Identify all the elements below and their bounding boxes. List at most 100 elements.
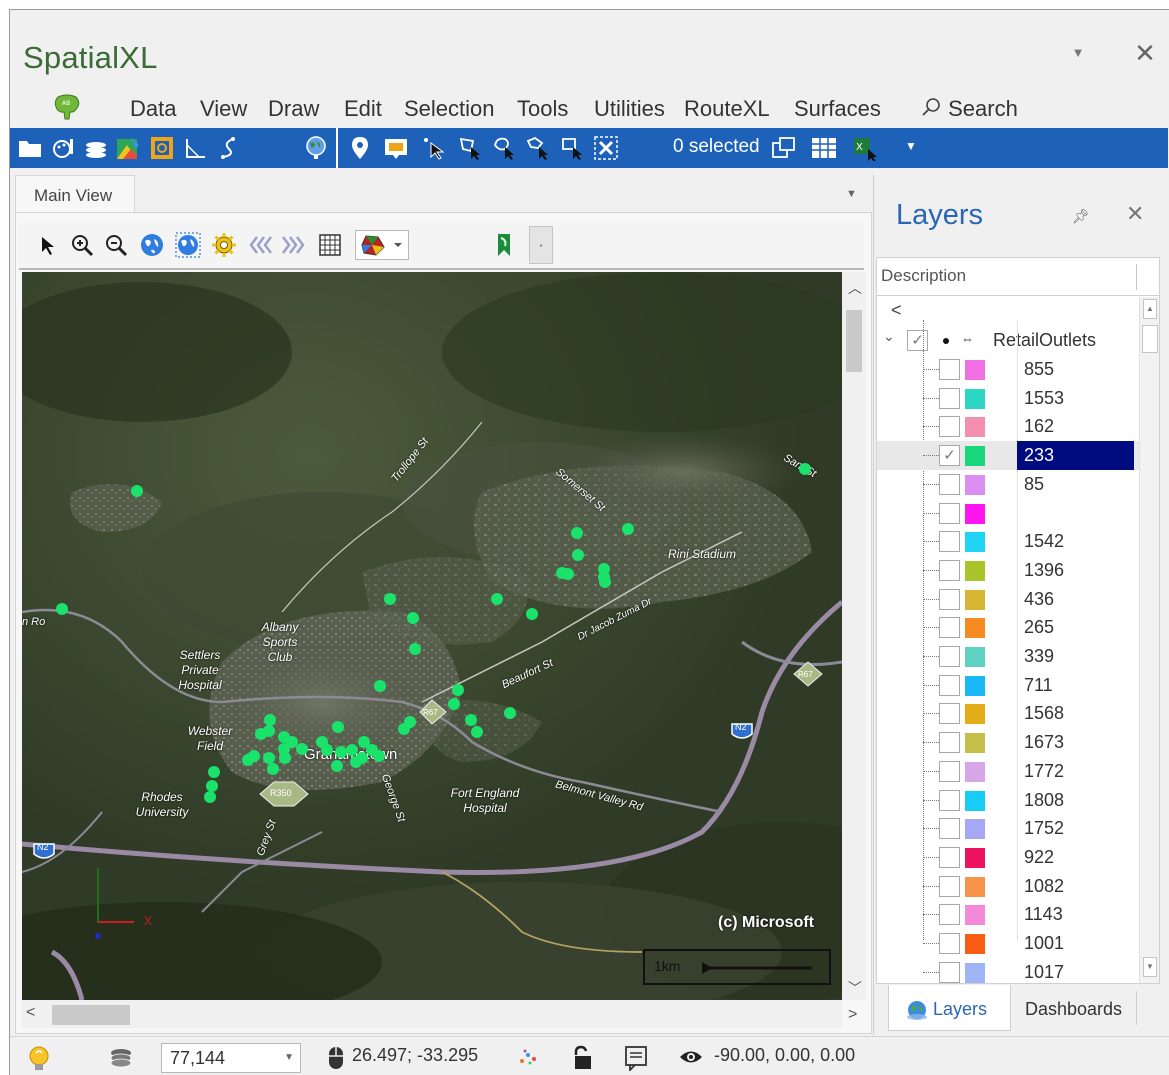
select-pointer-icon[interactable] — [420, 134, 448, 162]
layer-color-swatch[interactable] — [965, 819, 985, 840]
layer-item-checkbox[interactable] — [939, 359, 960, 380]
retail-outlet-point[interactable] — [242, 754, 254, 766]
layer-color-swatch[interactable] — [965, 934, 985, 954]
collapse-chevron-icon[interactable]: ⌄ — [883, 328, 895, 345]
scroll-left-icon[interactable]: < — [26, 1004, 35, 1022]
layer-color-swatch[interactable] — [965, 790, 985, 811]
route-tool-icon[interactable] — [214, 134, 242, 162]
retail-outlet-point[interactable] — [407, 612, 419, 624]
menu-draw[interactable]: Draw — [268, 96, 319, 122]
layer-color-swatch[interactable] — [965, 503, 985, 524]
retail-outlet-point[interactable] — [409, 643, 421, 655]
title-dropdown-icon[interactable]: ▼ — [1068, 43, 1088, 63]
layer-item-row[interactable]: 1752 — [877, 814, 1139, 843]
layer-item-checkbox[interactable] — [939, 646, 960, 667]
layer-item-checkbox[interactable] — [939, 502, 960, 524]
select-polygon-icon[interactable] — [456, 134, 484, 162]
layer-item-checkbox[interactable] — [939, 531, 960, 553]
retail-outlet-point[interactable] — [491, 593, 503, 605]
map-pin-icon[interactable] — [346, 134, 374, 162]
menu-selection[interactable]: Selection — [404, 96, 495, 122]
layer-item-checkbox[interactable] — [939, 559, 960, 581]
lightbulb-icon[interactable] — [26, 1045, 52, 1073]
clear-selection-icon[interactable] — [592, 134, 620, 162]
tab-dashboards[interactable]: Dashboards — [1025, 999, 1122, 1020]
menu-view[interactable]: View — [200, 96, 247, 122]
map-canvas[interactable]: Trollope St Somerset St Sani St Rini Sta… — [22, 272, 842, 1000]
layer-color-swatch[interactable] — [965, 647, 985, 667]
eye-icon[interactable] — [678, 1045, 704, 1069]
frame-tool-icon[interactable] — [148, 134, 176, 162]
back-arrow-icon[interactable]: < — [891, 300, 902, 321]
retail-outlet-point[interactable] — [208, 766, 220, 778]
layer-item-checkbox[interactable] — [939, 588, 960, 610]
previous-extent-icon[interactable] — [247, 232, 273, 258]
layer-item-checkbox[interactable] — [939, 904, 960, 926]
layer-item-checkbox[interactable]: ✓ — [939, 445, 960, 467]
retail-outlet-point[interactable] — [572, 549, 584, 561]
layer-color-swatch[interactable] — [965, 474, 985, 495]
retail-outlet-point[interactable] — [398, 723, 410, 735]
layer-item-checkbox[interactable] — [939, 473, 960, 495]
layer-item-row[interactable]: 1772 — [877, 757, 1139, 786]
menu-edit[interactable]: Edit — [344, 96, 382, 122]
search-button[interactable]: Search — [920, 96, 1018, 122]
layer-item-row[interactable]: 265 — [877, 613, 1139, 642]
tab-main-view[interactable]: Main View — [15, 175, 135, 213]
retail-outlet-point[interactable] — [622, 523, 634, 535]
layer-item-row[interactable]: 922 — [877, 843, 1139, 872]
retail-outlet-point[interactable] — [799, 463, 811, 475]
retail-outlet-point[interactable] — [373, 750, 385, 762]
layers-stack-icon[interactable] — [82, 134, 110, 162]
layer-item-row[interactable] — [877, 499, 1139, 528]
zoom-layer-globe-icon[interactable] — [175, 232, 201, 258]
select-lasso-icon[interactable] — [490, 134, 518, 162]
thematic-map-dropdown[interactable] — [355, 230, 409, 260]
menu-utilities[interactable]: Utilities — [594, 96, 665, 122]
excel-export-icon[interactable]: X — [852, 134, 880, 162]
open-folder-icon[interactable] — [16, 134, 44, 162]
full-extent-globe-icon[interactable] — [139, 232, 165, 258]
label-box-icon[interactable] — [382, 134, 410, 162]
toolbar-overflow-button[interactable]: ▪ — [529, 226, 553, 264]
layer-item-checkbox[interactable] — [939, 732, 960, 754]
retail-outlet-point[interactable] — [526, 608, 538, 620]
scroll-down-icon[interactable]: ▼ — [1143, 957, 1157, 977]
layer-item-checkbox[interactable] — [939, 760, 960, 782]
retail-outlet-point[interactable] — [296, 743, 308, 755]
menu-routexl[interactable]: RouteXL — [684, 96, 770, 122]
grid-icon[interactable] — [317, 232, 343, 258]
retail-outlet-point[interactable] — [448, 698, 460, 710]
layers-scrollbar[interactable]: ▲ ▼ — [1139, 297, 1159, 983]
app-logo-icon[interactable]: AB — [52, 93, 82, 121]
retail-outlet-point[interactable] — [562, 568, 574, 580]
layer-color-swatch[interactable] — [965, 417, 985, 438]
retail-outlet-point[interactable] — [384, 593, 396, 605]
layer-item-checkbox[interactable] — [939, 818, 960, 840]
layer-item-checkbox[interactable] — [939, 933, 960, 954]
measure-angle-icon[interactable] — [182, 134, 210, 162]
layer-item-row[interactable]: 1001 — [877, 929, 1139, 958]
scrollbar-thumb[interactable] — [846, 310, 862, 372]
layer-color-swatch[interactable] — [965, 876, 985, 897]
layer-color-swatch[interactable] — [965, 446, 985, 467]
select-rectangle-icon[interactable] — [558, 134, 586, 162]
layer-item-row[interactable]: 436 — [877, 585, 1139, 614]
map-vertical-scrollbar[interactable]: ︿ ﹀ — [842, 272, 866, 1000]
menu-data[interactable]: Data — [130, 96, 176, 122]
layer-item-checkbox[interactable] — [939, 387, 960, 409]
layer-item-row[interactable]: 339 — [877, 642, 1139, 671]
globe-tool-icon[interactable] — [302, 134, 330, 162]
map-layers-icon[interactable] — [108, 1045, 134, 1071]
layer-item-row[interactable]: 1396 — [877, 556, 1139, 585]
layer-item-row[interactable]: 1673 — [877, 728, 1139, 757]
menu-surfaces[interactable]: Surfaces — [794, 96, 881, 122]
layer-item-checkbox[interactable] — [939, 617, 960, 639]
zoom-out-icon[interactable] — [103, 232, 129, 258]
layer-item-row[interactable]: 711 — [877, 671, 1139, 700]
layer-color-swatch[interactable] — [965, 905, 985, 926]
attribute-table-icon[interactable] — [810, 134, 838, 162]
view-dropdown-icon[interactable]: ▼ — [846, 188, 857, 200]
tab-layers[interactable]: Layers — [888, 985, 1011, 1031]
close-icon[interactable]: ✕ — [1132, 40, 1158, 66]
